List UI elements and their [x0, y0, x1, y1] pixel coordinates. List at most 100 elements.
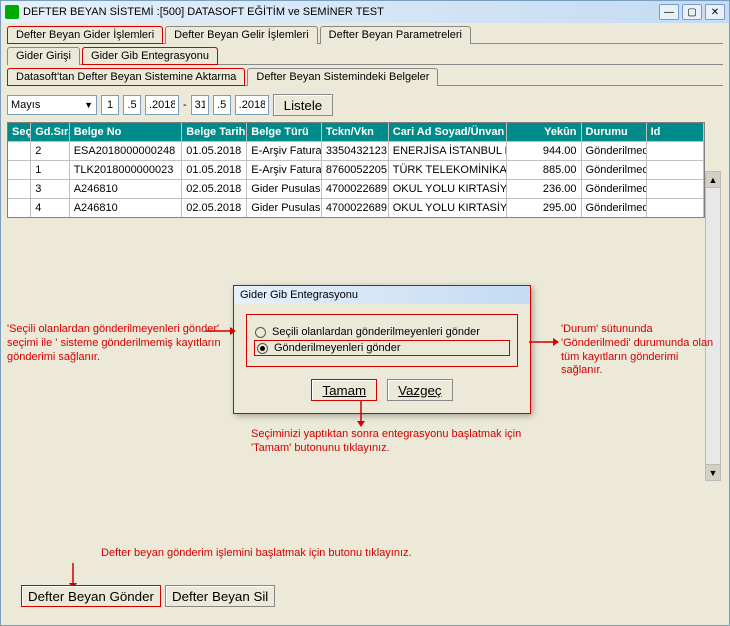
date2-mon[interactable] — [213, 95, 231, 115]
main-tabstrip: Defter Beyan Gider İşlemleri Defter Beya… — [7, 25, 723, 44]
cell: TLK2018000000023 — [70, 161, 183, 179]
cell: Gönderilmedi — [582, 161, 647, 179]
cell: 01.05.2018 — [182, 142, 247, 160]
cell: A246810 — [70, 180, 183, 198]
cell: 236.00 — [507, 180, 582, 198]
cell — [8, 142, 31, 160]
cell: 4700022689 — [322, 180, 389, 198]
cell: E-Arşiv Fatura — [247, 161, 322, 179]
col-btar[interactable]: Belge Tarihi — [182, 123, 247, 141]
titlebar: DEFTER BEYAN SİSTEMİ :[500] DATASOFT EĞİ… — [1, 1, 729, 23]
data-grid: Seç Gd.Sıra Belge No Belge Tarihi Belge … — [7, 122, 705, 218]
annotation-footer: Defter beyan gönderim işlemini başlatmak… — [101, 547, 501, 561]
chevron-down-icon: ▼ — [84, 100, 93, 110]
cell — [8, 199, 31, 217]
table-row[interactable]: 3A24681002.05.2018Gider Pusulası47000226… — [8, 179, 704, 198]
cell: 01.05.2018 — [182, 161, 247, 179]
grid-header: Seç Gd.Sıra Belge No Belge Tarihi Belge … — [8, 123, 704, 141]
date2-year[interactable] — [235, 95, 269, 115]
cell: 8760052205 — [322, 161, 389, 179]
cell: 3 — [31, 180, 69, 198]
col-sira[interactable]: Gd.Sıra — [31, 123, 69, 141]
cell: A246810 — [70, 199, 183, 217]
cell — [647, 199, 704, 217]
radio-label-1: Seçili olanlardan gönderilmeyenleri gönd… — [272, 326, 480, 338]
col-sec[interactable]: Seç — [8, 123, 31, 141]
dialog-title: Gider Gib Entegrasyonu — [234, 286, 530, 304]
annotation-bottom: Seçiminizi yaptıktan sonra entegrasyonu … — [251, 428, 531, 456]
annotation-right: 'Durum' sütununda 'Gönderilmedi' durumun… — [561, 323, 721, 378]
cell — [8, 180, 31, 198]
cell: Gönderilmedi — [582, 199, 647, 217]
tamam-button[interactable]: Tamam — [311, 379, 377, 401]
scroll-down-icon[interactable]: ▼ — [706, 464, 720, 480]
app-logo-icon — [5, 5, 19, 19]
arrow-right-icon — [529, 336, 559, 348]
table-row[interactable]: 4A24681002.05.2018Gider Pusulası47000226… — [8, 198, 704, 217]
cell: Gönderilmedi — [582, 180, 647, 198]
cell — [647, 161, 704, 179]
footer-buttons: Defter Beyan Gönder Defter Beyan Sil — [21, 585, 275, 607]
app-window: DEFTER BEYAN SİSTEMİ :[500] DATASOFT EĞİ… — [0, 0, 730, 626]
col-tckn[interactable]: Tckn/Vkn — [322, 123, 389, 141]
delete-button[interactable]: Defter Beyan Sil — [165, 585, 275, 607]
month-combo[interactable]: Mayıs ▼ — [7, 95, 97, 115]
col-cari[interactable]: Cari Ad Soyad/Ünvan — [389, 123, 507, 141]
cell: 944.00 — [507, 142, 582, 160]
window-body: Defter Beyan Gider İşlemleri Defter Beya… — [1, 23, 729, 625]
minimize-button[interactable]: — — [659, 4, 679, 20]
vazgec-button[interactable]: Vazgeç — [387, 379, 452, 401]
vertical-scrollbar[interactable]: ▲ ▼ — [705, 171, 721, 481]
cell: 2 — [31, 142, 69, 160]
cell: Gönderilmedi — [582, 142, 647, 160]
col-bno[interactable]: Belge No — [70, 123, 183, 141]
sub-tabstrip-2: Datasoft'tan Defter Beyan Sistemine Akta… — [7, 67, 723, 86]
col-yekun[interactable]: Yekûn — [507, 123, 582, 141]
radio-option-secili[interactable]: Seçili olanlardan gönderilmeyenleri gönd… — [255, 326, 509, 338]
table-row[interactable]: 1TLK201800000002301.05.2018E-Arşiv Fatur… — [8, 160, 704, 179]
cell: OKUL YOLU KIRTASİYE — [389, 180, 507, 198]
radio-icon — [255, 327, 266, 338]
cell: ENERJİSA İSTANBUL E — [389, 142, 507, 160]
radio-icon-selected — [257, 343, 268, 354]
table-row[interactable]: 2ESA201800000024801.05.2018E-Arşiv Fatur… — [8, 141, 704, 160]
cell: 02.05.2018 — [182, 199, 247, 217]
list-button[interactable]: Listele — [273, 94, 334, 116]
col-durum[interactable]: Durumu — [582, 123, 647, 141]
cell: Gider Pusulası — [247, 180, 322, 198]
cell — [647, 142, 704, 160]
tab-gelir-islemleri[interactable]: Defter Beyan Gelir İşlemleri — [165, 26, 318, 44]
date2-day[interactable] — [191, 95, 209, 115]
tab-parametreleri[interactable]: Defter Beyan Parametreleri — [320, 26, 471, 44]
cell: 3350432123 — [322, 142, 389, 160]
cell: OKUL YOLU KIRTASİYE — [389, 199, 507, 217]
scroll-up-icon[interactable]: ▲ — [706, 172, 720, 188]
col-id[interactable]: Id — [647, 123, 704, 141]
date1-day[interactable] — [101, 95, 119, 115]
tab-datasoft-aktarma[interactable]: Datasoft'tan Defter Beyan Sistemine Akta… — [7, 68, 245, 86]
close-button[interactable]: ✕ — [705, 4, 725, 20]
integration-dialog: Gider Gib Entegrasyonu Seçili olanlardan… — [233, 285, 531, 414]
cell — [8, 161, 31, 179]
radio-option-gonderilmeyen[interactable]: Gönderilmeyenleri gönder — [255, 341, 509, 355]
sub-tabstrip-1: Gider Girişi Gider Gib Entegrasyonu — [7, 46, 723, 65]
tab-gider-gib-entegrasyonu[interactable]: Gider Gib Entegrasyonu — [82, 47, 218, 65]
maximize-button[interactable]: ▢ — [682, 4, 702, 20]
cell: TÜRK TELEKOMİNİKAS — [389, 161, 507, 179]
cell — [647, 180, 704, 198]
filter-row: Mayıs ▼ - Listele — [7, 94, 723, 116]
cell: 885.00 — [507, 161, 582, 179]
cell: 295.00 — [507, 199, 582, 217]
cell: Gider Pusulası — [247, 199, 322, 217]
tab-gider-islemleri[interactable]: Defter Beyan Gider İşlemleri — [7, 26, 163, 44]
col-btur[interactable]: Belge Türü — [247, 123, 322, 141]
tab-sistem-belgeler[interactable]: Defter Beyan Sistemindeki Belgeler — [247, 68, 438, 86]
date1-mon[interactable] — [123, 95, 141, 115]
date1-year[interactable] — [145, 95, 179, 115]
arrow-right-icon — [206, 325, 236, 337]
tab-gider-girisi[interactable]: Gider Girişi — [7, 47, 80, 65]
annotation-left: 'Seçili olanlardan gönderilmeyenleri gön… — [7, 323, 227, 364]
cell: 4700022689 — [322, 199, 389, 217]
cell: ESA2018000000248 — [70, 142, 183, 160]
send-button[interactable]: Defter Beyan Gönder — [21, 585, 161, 607]
